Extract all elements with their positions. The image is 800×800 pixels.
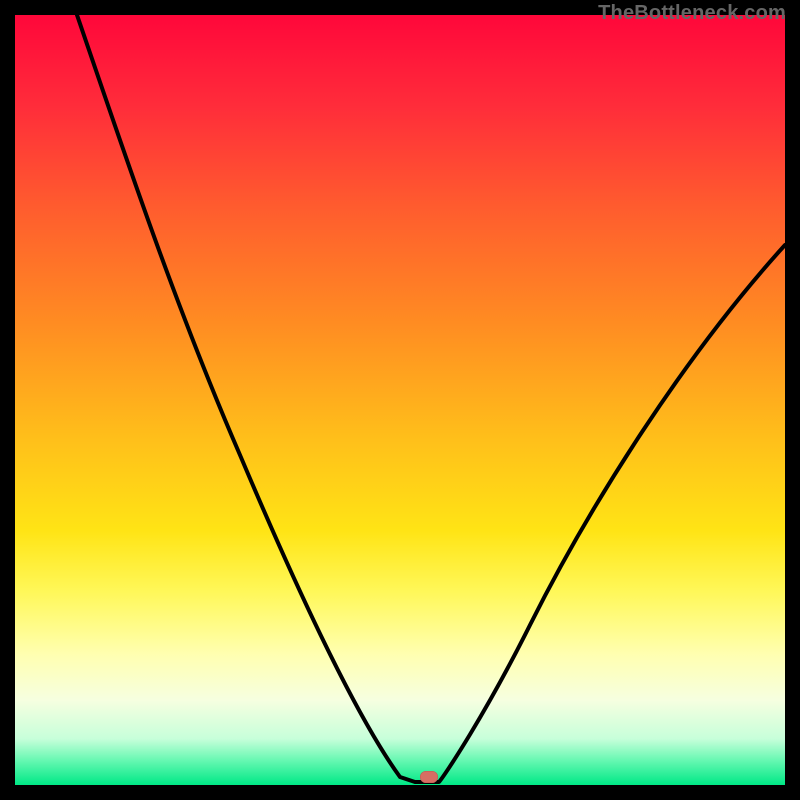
attribution-watermark: TheBottleneck.com [598, 2, 786, 25]
curve-path [77, 15, 785, 782]
chart-container: TheBottleneck.com [0, 0, 800, 800]
plot-area [15, 15, 785, 785]
bottleneck-curve [15, 15, 785, 785]
optimal-point-marker [420, 771, 438, 783]
